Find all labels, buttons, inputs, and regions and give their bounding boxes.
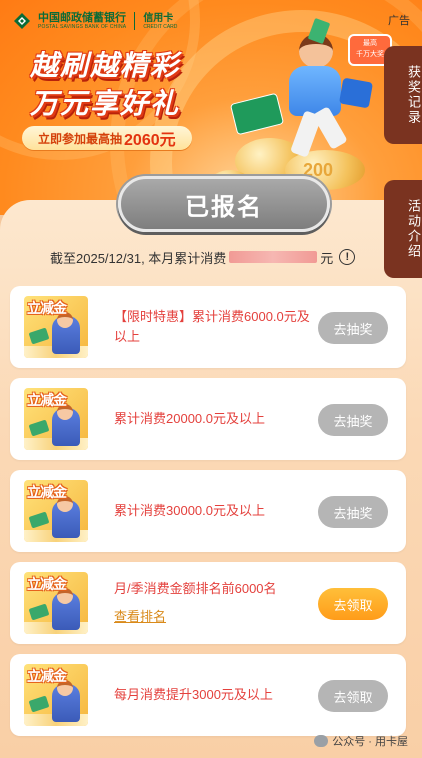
task-description: 每月消费提升3000元及以上 [114,687,273,702]
voucher-thumbnail: 立减金 [24,296,88,358]
voucher-thumbnail: 立减金 [24,480,88,542]
card-icon [28,327,50,345]
activity-intro-tab[interactable]: 活动介绍 [384,180,422,278]
task-card: 立减金 累计消费20000.0元及以上 去抽奖 [10,378,406,460]
task-description: 累计消费30000.0元及以上 [114,503,265,518]
stat-prefix: 截至2025/12/31, 本月累计消费 [50,250,227,266]
claim-button[interactable]: 去领取 [318,680,388,712]
watermark-text: 公众号 · 用卡屋 [332,736,408,748]
brand-divider [134,12,136,30]
credit-card-icon [229,92,285,136]
bank-name-en: POSTAL SAVINGS BANK OF CHINA [38,24,127,30]
ad-tag: 广告 [388,15,410,27]
promo-amount: 2060元 [124,132,176,149]
voucher-thumbnail: 立减金 [24,388,88,450]
credit-card-label: 信用卡 [143,12,174,24]
wechat-icon [314,735,329,747]
shopping-bag-icon [338,77,374,109]
bank-name: 中国邮政储蓄银行 [38,12,126,24]
card-icon [28,603,50,621]
promo-pill[interactable]: 立即参加最高抽 2060元 [22,126,192,150]
task-description: 月/季消费金额排名前6000名 [114,581,277,596]
thumb-title: 立减金 [27,392,67,408]
task-card: 立减金 月/季消费金额排名前6000名 查看排名 去领取 [10,562,406,644]
task-text-block: 累计消费20000.0元及以上 [114,378,314,460]
person-body-icon [289,66,341,116]
thumb-title: 立减金 [27,300,67,316]
task-card: 立减金 【限时特惠】累计消费6000.0元及以上 去抽奖 [10,286,406,368]
masked-amount [229,251,318,263]
task-description: 【限时特惠】累计消费6000.0元及以上 [114,309,310,344]
lottery-button[interactable]: 去抽奖 [318,496,388,528]
task-card: 立减金 每月消费提升3000元及以上 去领取 [10,654,406,736]
claim-button[interactable]: 去领取 [318,588,388,620]
spending-stat: 截至2025/12/31, 本月累计消费 元 ! [50,246,356,268]
badge-line1: 最高 [363,40,377,47]
task-card: 立减金 累计消费30000.0元及以上 去抽奖 [10,470,406,552]
thumb-title: 立减金 [27,576,67,592]
voucher-thumbnail: 立减金 [24,664,88,726]
promo-prefix: 立即参加最高抽 [38,131,123,146]
task-text-block: 【限时特惠】累计消费6000.0元及以上 [114,286,314,368]
thumb-title: 立减金 [27,668,67,684]
view-ranking-link[interactable]: 查看排名 [114,607,314,627]
bank-logo: 中国邮政储蓄银行 POSTAL SAVINGS BANK OF CHINA 信用… [12,8,177,34]
card-icon [28,695,50,713]
task-text-block: 每月消费提升3000元及以上 [114,654,314,736]
slogan-line1: 越刷越精彩 [30,50,181,81]
postal-bank-logo-icon [12,11,32,31]
card-icon [28,511,50,529]
card-icon [28,419,50,437]
info-icon[interactable]: ! [339,249,356,265]
registered-button[interactable]: 已报名 [118,176,330,232]
stat-suffix: 元 [320,250,334,266]
task-text-block: 月/季消费金额排名前6000名 查看排名 [114,562,314,644]
task-text-block: 累计消费30000.0元及以上 [114,470,314,552]
award-record-tab[interactable]: 获奖记录 [384,46,422,144]
slogan-line2: 万元享好礼 [30,88,181,119]
thumb-title: 立减金 [27,484,67,500]
watermark: 公众号 · 用卡屋 [314,733,408,749]
credit-card-label-en: CREDIT CARD [143,23,178,30]
task-description: 累计消费20000.0元及以上 [114,411,265,426]
lottery-button[interactable]: 去抽奖 [318,312,388,344]
lottery-button[interactable]: 去抽奖 [318,404,388,436]
voucher-thumbnail: 立减金 [24,572,88,634]
